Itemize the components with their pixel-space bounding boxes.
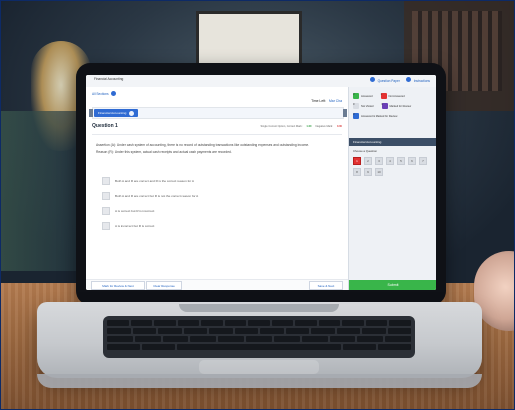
- question-paper-icon: [369, 77, 375, 82]
- info-icon: [405, 77, 411, 82]
- radio-button[interactable]: [102, 221, 110, 230]
- laptop-lip: [37, 374, 482, 388]
- timer-value: Mar Cha: [328, 99, 342, 103]
- divider: [92, 134, 342, 135]
- laptop-base: [37, 302, 482, 388]
- laptop-lid: Financial Accounting Question Paper Inst…: [76, 63, 446, 305]
- mark-for-review-button[interactable]: Mark for Review & Next: [91, 281, 145, 290]
- question-button[interactable]: 10: [375, 168, 383, 176]
- positive-mark: 1.00: [306, 124, 312, 128]
- not-visited-box: 0: [353, 103, 359, 109]
- option-text: Both A and R are correct and R is the co…: [115, 178, 194, 183]
- reason-text: Reason (R): Under this system, actual ca…: [96, 150, 232, 155]
- answered-label: Answered: [361, 94, 373, 98]
- marked-box: 0: [381, 103, 388, 109]
- chevron-left-icon[interactable]: [89, 109, 93, 117]
- question-button[interactable]: 2: [364, 157, 372, 165]
- photo-frame: Financial Accounting Question Paper Inst…: [0, 0, 515, 410]
- info-icon: [110, 91, 116, 96]
- question-button[interactable]: 6: [408, 157, 416, 165]
- question-button[interactable]: 7: [419, 157, 427, 165]
- instructions-label: Instructions: [413, 79, 430, 83]
- chevron-right-icon[interactable]: [343, 109, 347, 117]
- question-palette-panel: 0 Answered 1 Not Answered 0 Not Visited …: [348, 87, 436, 290]
- radio-button[interactable]: [102, 191, 110, 200]
- timer: Time Left: Mar Cha: [311, 99, 342, 103]
- option-b[interactable]: Both A and R are correct but R is not th…: [102, 190, 322, 201]
- question-paper-label: Question Paper: [377, 79, 400, 83]
- laptop-screen: Financial Accounting Question Paper Inst…: [86, 75, 436, 290]
- all-sections-label: All Sections: [92, 91, 109, 96]
- marked-label: Marked for Review: [389, 104, 412, 108]
- negative-mark: 0.00: [336, 124, 342, 128]
- instructions-link[interactable]: Instructions: [405, 77, 430, 83]
- legend-row: 0 Not Visited 0 Marked for Review: [353, 103, 433, 109]
- save-next-button[interactable]: Save & Next: [309, 281, 343, 290]
- trackpad: [199, 360, 319, 374]
- status-legend: 0 Answered 1 Not Answered 0 Not Visited …: [353, 93, 433, 123]
- section-tabbar: Financial Accounting: [89, 107, 347, 119]
- option-text: A is correct but R is incorrect: [115, 208, 155, 213]
- not-visited-label: Not Visited: [361, 104, 374, 108]
- question-button[interactable]: 9: [364, 168, 372, 176]
- meta-prefix: Single Correct Option, Correct Mark:: [260, 124, 303, 128]
- key-row: [107, 336, 411, 342]
- options-list: Both A and R are correct and R is the co…: [102, 175, 322, 235]
- info-icon: [129, 110, 135, 116]
- legend-row: 0 Answered & Marked for Review: [353, 113, 433, 119]
- not-answered-label: Not Answered: [388, 94, 405, 98]
- action-bar: Mark for Review & Next Clear Response Sa…: [86, 279, 348, 290]
- key-row: [107, 320, 411, 326]
- not-answered-box: 1: [380, 93, 387, 99]
- submit-button[interactable]: Submit: [349, 280, 436, 290]
- question-button[interactable]: 4: [386, 157, 394, 165]
- option-c[interactable]: A is correct but R is incorrect: [102, 205, 322, 216]
- answered-marked-label: Answered & Marked for Review: [361, 114, 398, 118]
- all-sections[interactable]: All Sections: [92, 91, 116, 96]
- tab-label: Financial Accounting: [98, 111, 127, 115]
- option-a[interactable]: Both A and R are correct and R is the co…: [102, 175, 322, 186]
- radio-button[interactable]: [102, 206, 110, 215]
- question-paper-link[interactable]: Question Paper: [369, 77, 400, 83]
- answered-marked-box: 0: [353, 113, 359, 119]
- key-row: [107, 344, 411, 350]
- choose-question-label: Choose a Question: [353, 149, 377, 153]
- question-button[interactable]: 5: [397, 157, 405, 165]
- question-button[interactable]: 8: [353, 168, 361, 176]
- question-number: Question 1: [92, 123, 118, 129]
- question-button[interactable]: 1: [353, 157, 361, 165]
- key-row: [107, 328, 411, 334]
- radio-button[interactable]: [102, 176, 110, 185]
- option-d[interactable]: A is incorrect but R is correct: [102, 220, 322, 231]
- keyboard: [103, 316, 415, 358]
- legend-row: 0 Answered 1 Not Answered: [353, 93, 433, 99]
- tab-financial-accounting[interactable]: Financial Accounting: [94, 109, 139, 117]
- question-panel: All Sections Time Left: Mar Cha Financia…: [86, 87, 348, 290]
- negative-label: Negative Mark:: [315, 124, 333, 128]
- option-text: A is incorrect but R is correct: [115, 223, 155, 228]
- answered-box: 0: [353, 93, 359, 99]
- question-meta: Single Correct Option, Correct Mark: 1.0…: [260, 125, 342, 128]
- question-stem: Assertion (A): Under cash system of acco…: [96, 143, 338, 158]
- assertion-text: Assertion (A): Under cash system of acco…: [96, 143, 310, 147]
- hinge: [179, 304, 339, 312]
- top-links: Question Paper Instructions: [369, 77, 430, 83]
- question-palette: 1 2 3 4 5 6 7 8 9 10: [353, 157, 433, 176]
- timer-label: Time Left:: [311, 99, 327, 103]
- question-button[interactable]: 3: [375, 157, 383, 165]
- app-title: Financial Accounting: [94, 77, 124, 81]
- clear-response-button[interactable]: Clear Response: [146, 281, 182, 290]
- question-header: Question 1 Single Correct Option, Correc…: [92, 121, 342, 131]
- option-text: Both A and R are correct but R is not th…: [115, 193, 199, 198]
- palette-section-title: Financial Accounting: [349, 138, 436, 146]
